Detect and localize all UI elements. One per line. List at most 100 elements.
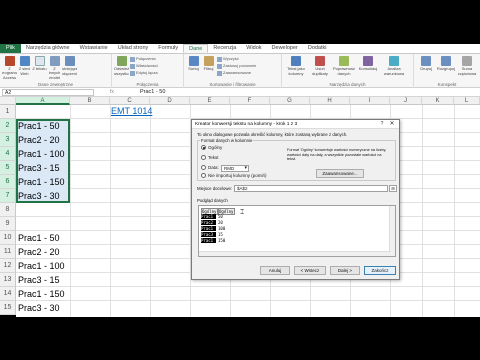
destination-label: Miejsce docelowe: <box>197 186 233 191</box>
reapply-button[interactable]: Zastosuj ponownie <box>217 63 256 69</box>
tab-data[interactable]: Dane <box>183 44 209 53</box>
row-header-12[interactable]: 12 <box>0 259 16 273</box>
cell-a10[interactable]: Prac1 - 50 <box>18 231 60 245</box>
text-to-columns-icon <box>291 56 301 66</box>
tab-addins[interactable]: Dodatki <box>303 44 332 53</box>
sort-button[interactable]: Sortuj <box>186 56 201 80</box>
row-header-7[interactable]: 7 <box>0 189 16 203</box>
column-header-b[interactable]: B <box>70 97 110 105</box>
collapse-dialog-icon[interactable]: ⊞ <box>389 185 397 192</box>
format-description: Format 'Ogólny' konwertuje wartości nume… <box>287 148 387 161</box>
cell-a12[interactable]: Prac1 - 100 <box>18 259 65 273</box>
row-header-11[interactable]: 11 <box>0 245 16 259</box>
tab-file[interactable]: Plik <box>0 44 21 53</box>
cell-a4[interactable]: Prac1 - 100 <box>18 147 65 161</box>
radio-skip-column[interactable]: Nie importuj kolumny (pomiń) <box>201 173 267 178</box>
group-button[interactable]: Grupuj <box>416 56 436 80</box>
consolidate-icon <box>363 56 373 66</box>
row-header-8[interactable]: 8 <box>0 203 16 217</box>
column-header-f[interactable]: F <box>230 97 270 105</box>
tab-home[interactable]: Narzędzia główne <box>21 44 75 53</box>
from-text-button[interactable]: Z tekstu <box>32 56 47 80</box>
column-header-a[interactable]: A <box>16 97 70 105</box>
column-header-g[interactable]: G <box>270 97 310 105</box>
tab-page-layout[interactable]: Układ strony <box>113 44 154 53</box>
close-icon[interactable]: ✕ <box>387 121 397 128</box>
row-header-13[interactable]: 13 <box>0 273 16 287</box>
tab-developer[interactable]: Deweloper <box>267 44 303 53</box>
consolidate-button[interactable]: Konsoliduj <box>356 56 380 80</box>
data-preview[interactable]: Ogólny Ogólny Prac1 50 Prac2 20 Prac1 100 P… <box>198 205 396 257</box>
help-icon[interactable]: ? <box>378 121 386 128</box>
edit-links-button[interactable]: Edytuj łącza <box>130 70 158 76</box>
radio-general[interactable]: Ogólny <box>201 145 222 150</box>
column-header-h[interactable]: H <box>310 97 350 105</box>
row-header-5[interactable]: 5 <box>0 161 16 175</box>
what-if-analysis-button[interactable]: Analiza warunkowa <box>380 56 408 80</box>
cell-a14[interactable]: Prac1 - 150 <box>18 287 65 301</box>
column-header-k[interactable]: K <box>422 97 454 105</box>
preview-row: Prac1 150 <box>201 238 226 243</box>
fx-icon[interactable]: fx <box>110 89 130 96</box>
cell-a5[interactable]: Prac3 - 15 <box>18 161 60 175</box>
subtotal-button[interactable]: Suma częściowa <box>456 56 478 80</box>
tab-insert[interactable]: Wstawianie <box>75 44 113 53</box>
from-other-sources-button[interactable]: Z innych źródeł <box>47 56 62 80</box>
filter-button[interactable]: Filtruj <box>201 56 216 80</box>
tab-view[interactable]: Widok <box>241 44 266 53</box>
name-box[interactable]: A2 <box>2 89 94 96</box>
preview-vertical-scrollbar[interactable] <box>389 206 395 256</box>
letterbox-top <box>0 0 480 44</box>
row-header-2[interactable]: 2 <box>0 119 16 133</box>
row-header-3[interactable]: 3 <box>0 133 16 147</box>
radio-text[interactable]: Tekst <box>201 155 219 160</box>
tab-formulas[interactable]: Formuły <box>153 44 183 53</box>
cell-a2[interactable]: Prac1 - 50 <box>18 119 60 133</box>
connections-button[interactable]: Połączenia <box>130 56 158 62</box>
destination-input[interactable]: $A$2 <box>234 185 388 192</box>
group-label-external-data: Dane zewnętrzne <box>37 82 74 87</box>
row-header-15[interactable]: 15 <box>0 301 16 315</box>
advanced-filter-button[interactable]: Zaawansowane <box>217 70 256 76</box>
clear-button[interactable]: Wyczyść <box>217 56 256 62</box>
back-button[interactable]: < Wstecz <box>294 266 326 275</box>
column-header-j[interactable]: J <box>390 97 422 105</box>
cell-a13[interactable]: Prac3 - 15 <box>18 273 60 287</box>
preview-horizontal-scrollbar[interactable] <box>199 251 391 256</box>
data-validation-button[interactable]: Poprawność danych <box>332 56 356 80</box>
cell-a6[interactable]: Prac1 - 150 <box>18 175 65 189</box>
date-format-select[interactable]: RMD <box>221 165 249 172</box>
column-header-d[interactable]: D <box>150 97 190 105</box>
select-all-corner[interactable] <box>0 97 16 105</box>
from-web-button[interactable]: Z sieci Web <box>17 56 32 80</box>
row-header-9[interactable]: 9 <box>0 217 16 231</box>
ungroup-button[interactable]: Rozgrupuj <box>436 56 456 80</box>
cell-c1-hyperlink[interactable]: EMT 1014 <box>111 106 152 116</box>
column-header-c[interactable]: C <box>110 97 150 105</box>
row-header-4[interactable]: 4 <box>0 147 16 161</box>
from-access-button[interactable]: Z programu Access <box>2 56 17 80</box>
refresh-all-button[interactable]: Odśwież wszystko <box>114 56 129 80</box>
column-header-i[interactable]: I <box>350 97 390 105</box>
column-header-e[interactable]: E <box>190 97 230 105</box>
cancel-button[interactable]: Anuluj <box>260 266 290 275</box>
radio-date[interactable]: Data: <box>201 165 219 170</box>
row-header-6[interactable]: 6 <box>0 175 16 189</box>
formula-input[interactable]: Prac1 - 50 <box>140 89 478 96</box>
column-header-l[interactable]: L <box>454 97 480 105</box>
remove-duplicates-button[interactable]: Usuń duplikaty <box>308 56 332 80</box>
cell-a7[interactable]: Prac3 - 30 <box>18 189 60 203</box>
advanced-button[interactable]: Zaawansowane... <box>316 169 364 178</box>
cell-a11[interactable]: Prac2 - 20 <box>18 245 60 259</box>
cell-a15[interactable]: Prac3 - 30 <box>18 301 60 315</box>
finish-button[interactable]: Zakończ <box>364 266 396 275</box>
next-button[interactable]: Dalej > <box>330 266 360 275</box>
cell-a3[interactable]: Prac2 - 20 <box>18 133 60 147</box>
row-header-10[interactable]: 10 <box>0 231 16 245</box>
row-header-1[interactable]: 1 <box>0 105 16 119</box>
text-to-columns-button[interactable]: Tekst jako kolumny <box>284 56 308 80</box>
existing-connections-button[interactable]: Istniejące połączenia <box>62 56 77 80</box>
row-header-14[interactable]: 14 <box>0 287 16 301</box>
properties-button[interactable]: Właściwości <box>130 63 158 69</box>
tab-review[interactable]: Recenzja <box>208 44 241 53</box>
